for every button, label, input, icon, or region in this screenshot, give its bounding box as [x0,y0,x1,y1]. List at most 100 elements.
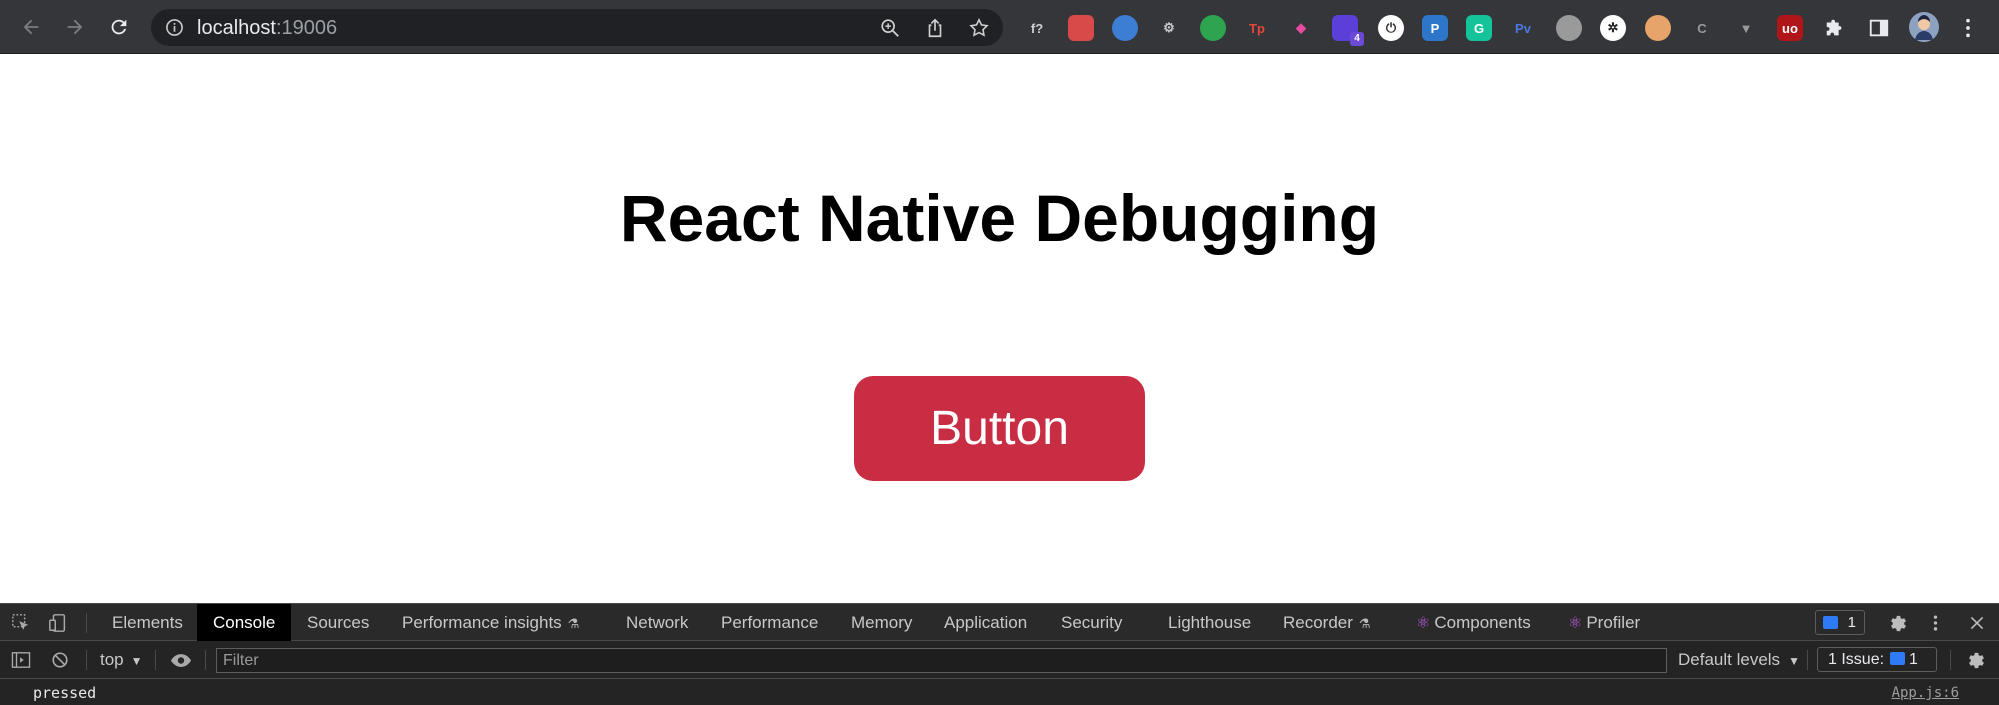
clear-console-icon[interactable] [50,650,70,670]
messages-badge[interactable]: 1 [1815,610,1865,635]
url-port: :19006 [275,17,338,39]
inspect-element-icon[interactable] [10,612,32,634]
side-panel-icon[interactable] [1866,15,1892,41]
tab-network[interactable]: Network [626,604,688,641]
tab-label: Sources [307,613,370,632]
console-source-link[interactable]: App.js:6 [1892,685,1959,701]
dropdown-caret-icon: ▼ [1788,654,1800,668]
context-value: top [100,650,124,669]
console-message-row: pressed App.js:6 [0,679,1999,705]
tab-label: Security [1061,613,1123,632]
toolbar-divider [1950,650,1951,670]
gear-ext-icon[interactable]: ⚙ [1156,15,1182,41]
reload-button[interactable] [102,10,136,44]
extension-badge: 4 [1350,32,1364,46]
site-info-icon[interactable] [165,18,184,37]
toolbar-divider [86,613,87,633]
console-settings-icon[interactable] [1965,649,1987,671]
experiment-flask-icon: ⚗ [1358,616,1371,631]
page-viewport: React Native Debugging Button [0,54,1999,603]
log-levels-label: Default levels [1678,650,1781,669]
tab-label: Memory [851,613,913,632]
browser-toolbar: localhost:19006 f? ⚙ Tp ◆ 4 ⏻ P G Pv ✲ C ▼ uo [0,0,1999,54]
extension-glyph: ◆ [1296,20,1306,35]
url-text[interactable]: localhost:19006 [197,18,337,38]
tab-lighthouse[interactable]: Lighthouse [1168,604,1251,641]
forward-button[interactable] [58,10,92,44]
red-ext-icon[interactable] [1068,15,1094,41]
color-ext-icon[interactable]: ◆ [1288,15,1314,41]
tab-memory[interactable]: Memory [851,604,912,641]
toolbar-divider [205,650,206,670]
extension-glyph: uo [1782,20,1798,36]
tab-performance-insights[interactable]: Performance insights ⚗ [402,604,579,641]
experiment-flask-icon: ⚗ [567,616,580,631]
tab-label: Performance insights [402,613,562,632]
power-ext-icon[interactable]: ⏻ [1378,15,1404,41]
browser-menu-icon[interactable] [1958,15,1978,41]
bookmark-star-icon[interactable] [968,17,990,39]
toolbar-divider [1807,650,1808,670]
page-title: React Native Debugging [619,181,1380,255]
grammarly-ext-icon[interactable]: G [1466,15,1492,41]
console-filter-input[interactable] [216,648,1667,673]
share-icon[interactable] [924,17,946,39]
formula-ext-icon[interactable]: f? [1024,15,1050,41]
forward-arrow-icon [67,19,83,35]
tab-label: Application [944,613,1028,632]
tab-label: Elements [112,613,183,632]
extensions-puzzle-icon[interactable] [1822,15,1848,41]
devtools-more-icon[interactable] [1928,612,1942,634]
pv-ext-icon[interactable]: Pv [1510,15,1536,41]
extension-glyph: ✲ [1607,20,1619,35]
devtools-panel: Elements Console Sources Performance insigh… [0,603,1999,705]
blue-circle-ext-icon[interactable] [1112,15,1138,41]
extension-glyph: Pv [1515,20,1531,36]
issues-label: 1 Issue: [1828,651,1885,668]
tab-security[interactable]: Security [1061,604,1122,641]
address-bar[interactable]: localhost:19006 [151,9,1003,46]
tab-elements[interactable]: Elements [112,604,183,641]
devtools-close-icon[interactable] [1966,612,1988,634]
context-selector[interactable]: top ▼ [100,641,143,678]
extension-glyph: ⏻ [1385,20,1397,35]
tab-recorder[interactable]: Recorder ⚗ [1283,604,1371,641]
profile-avatar[interactable] [1909,12,1939,42]
tab-application[interactable]: Application [944,604,1027,641]
c-ext-icon[interactable]: C [1689,15,1715,41]
gray-circle-ext-icon[interactable] [1556,15,1582,41]
tab-label: Components [1434,613,1531,632]
tab-sources[interactable]: Sources [307,604,369,641]
openai-ext-icon[interactable]: ✲ [1600,15,1626,41]
issues-counter[interactable]: 1 Issue: 1 [1817,647,1937,672]
log-levels-dropdown[interactable]: Default levels ▼ [1678,641,1800,678]
primary-button[interactable]: Button [854,376,1145,481]
react-icon: ⚛ [1416,615,1431,632]
tab-components[interactable]: ⚛ Components [1416,604,1531,641]
extension-glyph: C [1697,20,1707,36]
reload-icon [111,19,127,35]
tp-ext-icon[interactable]: Tp [1244,15,1270,41]
tab-label: Network [626,613,689,632]
messages-count: 1 [1847,614,1856,631]
stack-ext-icon[interactable]: 4 [1332,15,1364,46]
toolbar-divider [155,650,156,670]
issues-count: 1 [1909,651,1918,668]
v-ext-icon[interactable]: ▼ [1733,15,1759,41]
owl-ext-icon[interactable] [1645,15,1671,41]
live-expression-eye-icon[interactable] [169,650,193,670]
tab-performance[interactable]: Performance [721,604,818,641]
url-host: localhost [197,17,276,39]
green-ext-icon[interactable] [1200,15,1226,41]
devtools-tabbar: Elements Console Sources Performance insigh… [0,603,1999,641]
back-button[interactable] [14,10,48,44]
tab-console[interactable]: Console [197,604,292,641]
console-toolbar: top ▼ Default levels ▼ 1 Issue: 1 [0,641,1999,679]
sidebar-toggle-icon[interactable] [10,650,32,670]
p-ext-icon[interactable]: P [1422,15,1448,41]
devtools-settings-icon[interactable] [1887,612,1909,634]
tab-profiler[interactable]: ⚛ Profiler [1568,604,1640,641]
ublock-ext-icon[interactable]: uo [1777,15,1803,41]
zoom-icon[interactable] [879,17,901,39]
device-toolbar-icon[interactable] [47,612,69,634]
